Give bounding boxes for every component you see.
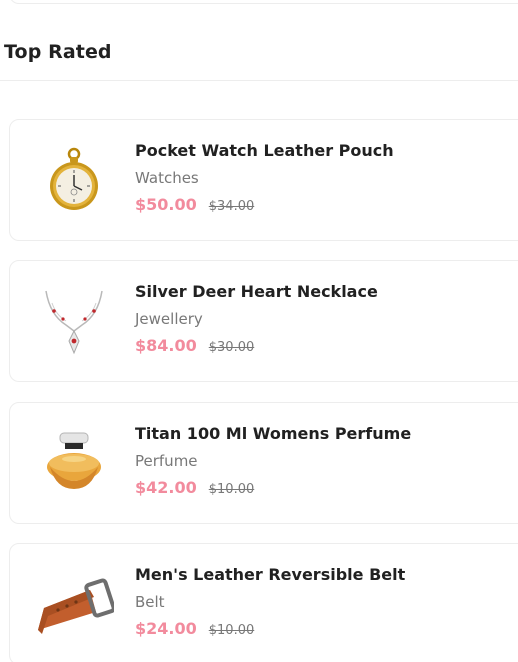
- product-card[interactable]: Silver Deer Heart Necklace Jewellery $84…: [9, 260, 518, 382]
- product-category: Perfume: [135, 452, 198, 470]
- price-current: $50.00: [135, 195, 197, 214]
- section-title: Top Rated: [4, 41, 112, 63]
- price-old: $10.00: [208, 623, 255, 638]
- necklace-icon[interactable]: [34, 281, 114, 361]
- product-category: Jewellery: [135, 310, 203, 328]
- price-old: $34.00: [208, 199, 255, 214]
- price-row: $84.00 $30.00: [135, 336, 378, 355]
- product-title[interactable]: Titan 100 Ml Womens Perfume: [135, 423, 411, 445]
- perfume-icon[interactable]: [34, 423, 114, 503]
- price-row: $24.00 $10.00: [135, 619, 405, 638]
- product-card[interactable]: Titan 100 Ml Womens Perfume Perfume $42.…: [9, 402, 518, 524]
- price-current: $84.00: [135, 336, 197, 355]
- price-row: $50.00 $34.00: [135, 195, 394, 214]
- product-card[interactable]: Men's Leather Reversible Belt Belt $24.0…: [9, 543, 518, 662]
- product-card[interactable]: Pocket Watch Leather Pouch Watches $50.0…: [9, 119, 518, 241]
- section-divider: [0, 80, 518, 81]
- product-title[interactable]: Pocket Watch Leather Pouch: [135, 140, 394, 162]
- product-title[interactable]: Silver Deer Heart Necklace: [135, 281, 378, 303]
- belt-icon[interactable]: [34, 564, 114, 644]
- price-row: $42.00 $10.00: [135, 478, 411, 497]
- product-category: Watches: [135, 169, 199, 187]
- previous-product-card[interactable]: [9, 0, 518, 4]
- price-old: $30.00: [208, 340, 255, 355]
- price-current: $42.00: [135, 478, 197, 497]
- price-current: $24.00: [135, 619, 197, 638]
- product-category: Belt: [135, 593, 165, 611]
- price-old: $10.00: [208, 482, 255, 497]
- product-title[interactable]: Men's Leather Reversible Belt: [135, 564, 405, 586]
- pocket-watch-icon[interactable]: [34, 140, 114, 220]
